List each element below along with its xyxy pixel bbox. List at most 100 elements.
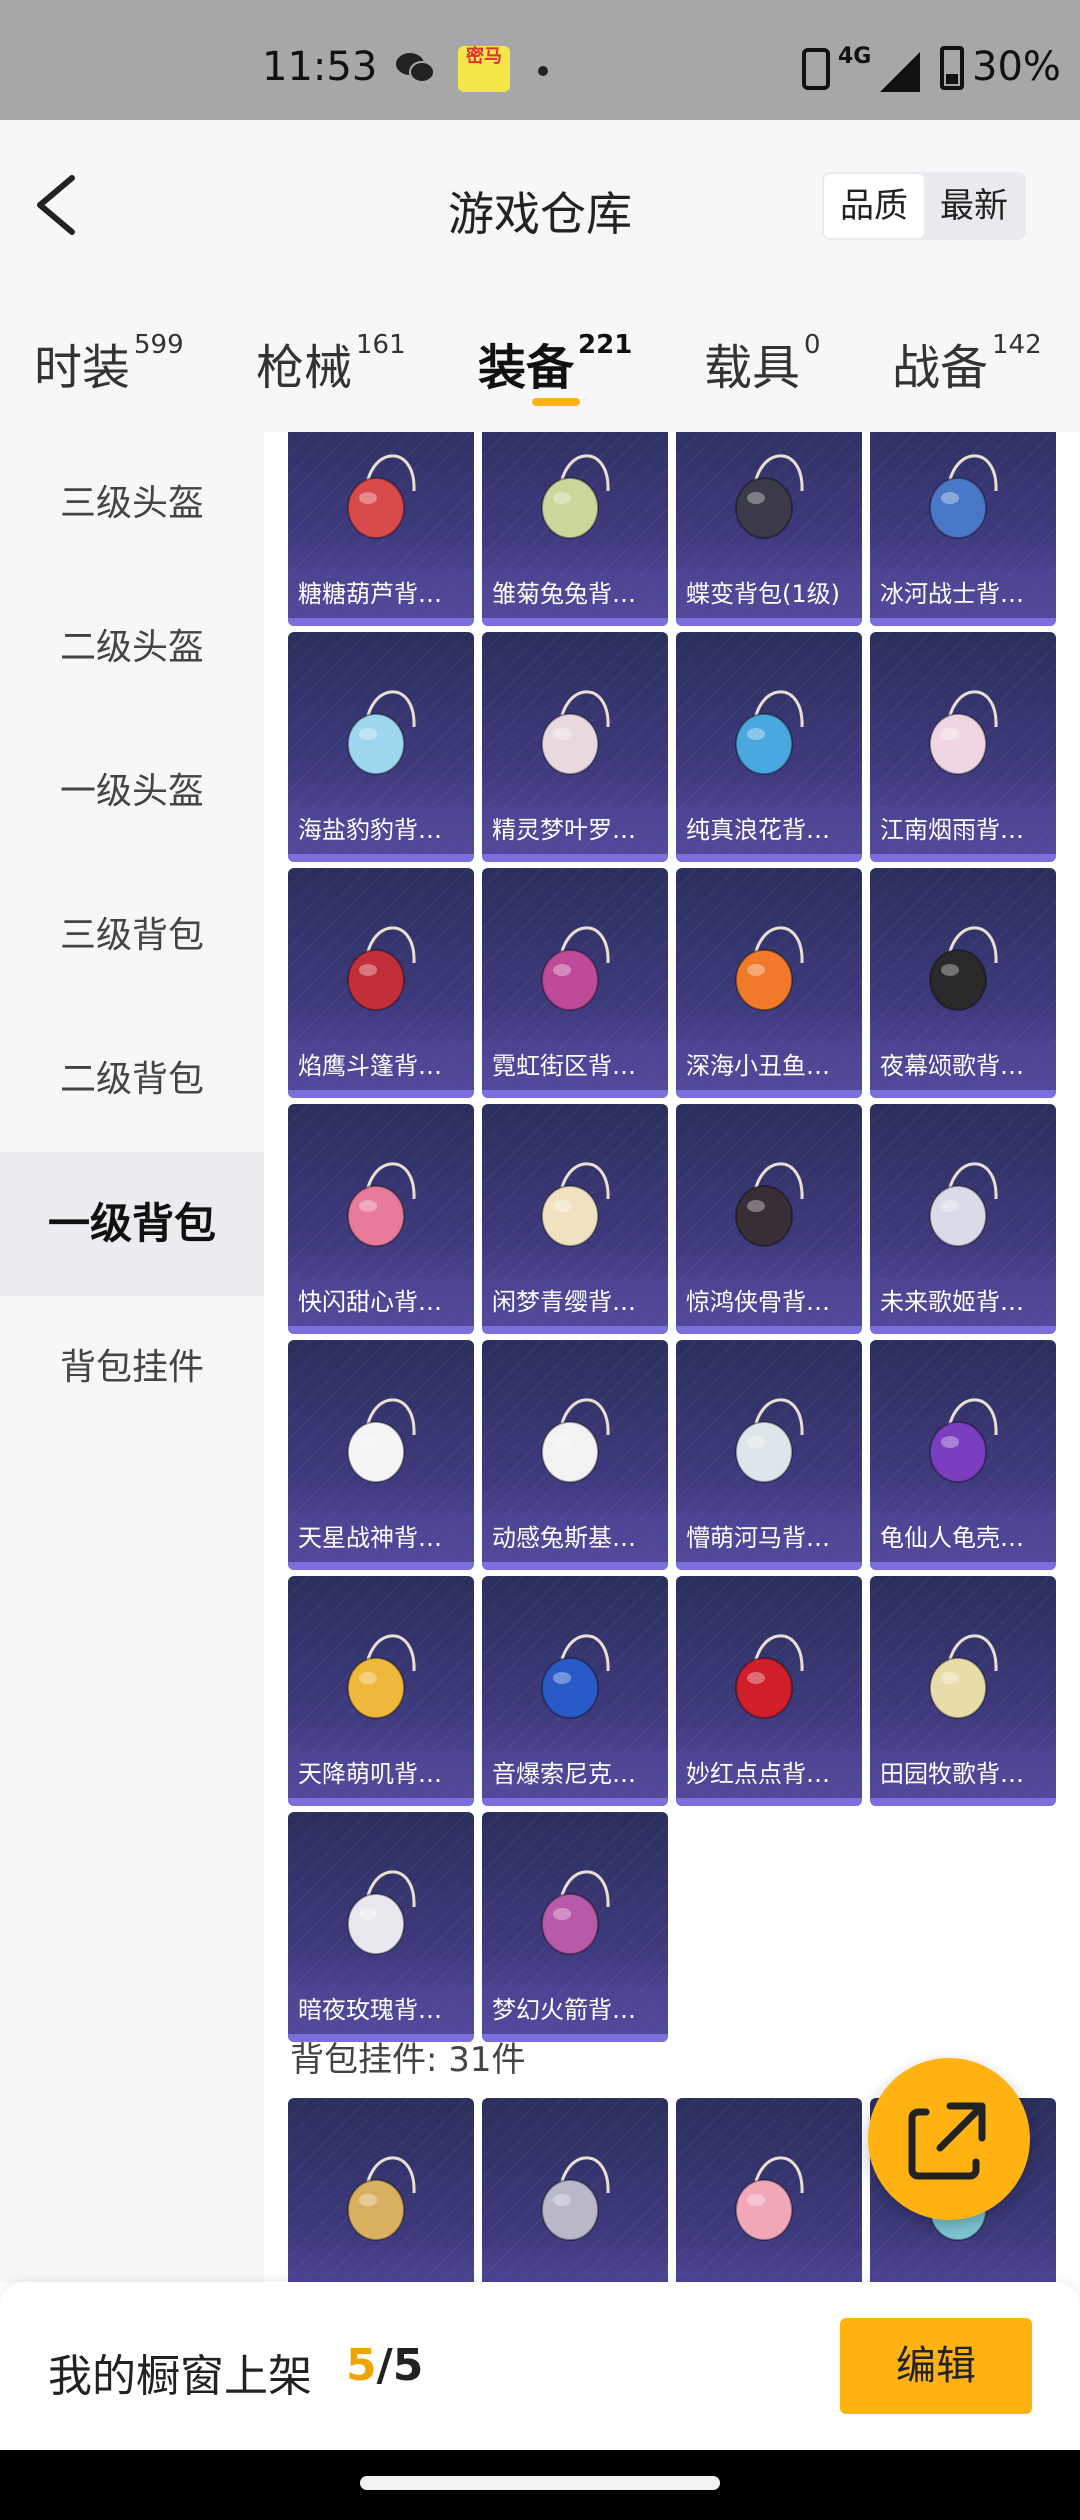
sidebar-item-level2-helmet[interactable]: 二级头盔 [0, 576, 264, 720]
backpack-card[interactable]: 惊鸿侠骨背包... [676, 1104, 862, 1334]
backpack-card[interactable]: 江南烟雨背包... [870, 632, 1056, 862]
backpack-card[interactable]: 天降萌叽背包... [288, 1576, 474, 1806]
backpack-icon [735, 1634, 804, 1719]
sidebar-item-backpack-pendant[interactable]: 背包挂件 [0, 1296, 264, 1440]
sidebar-item-level3-backpack[interactable]: 三级背包 [0, 864, 264, 1008]
item-name: 背包挂件 [870, 2272, 1056, 2282]
item-name: 夜幕颂歌背包... [870, 1042, 1056, 1090]
item-name: 妙红点点背包... [676, 1750, 862, 1798]
tab-fashion[interactable]: 时装 599 [34, 328, 184, 398]
backpack-icon [929, 926, 998, 1011]
backpack-card[interactable]: 蝶变背包(1级) [676, 432, 862, 626]
pendant-icon [347, 2156, 416, 2241]
item-name: 快闪甜心背包... [288, 1278, 474, 1326]
backpack-card[interactable]: 快闪甜心背包... [288, 1104, 474, 1334]
rarity-bar [482, 1798, 668, 1806]
tab-equipment[interactable]: 装备 221 [478, 328, 632, 398]
edit-button[interactable]: 编辑 [840, 2318, 1032, 2414]
network-type: 4G [838, 44, 872, 69]
item-name: 冰河战士背包... [870, 570, 1056, 618]
backpack-card[interactable]: 未来歌姬背包... [870, 1104, 1056, 1334]
sort-newest-button[interactable]: 最新 [924, 174, 1024, 238]
item-grid: 糖糖葫芦背包... 雏菊兔兔背包... 蝶变背包(1级) 冰河战士背包... 海盐豹豹背… [264, 432, 1080, 2282]
rarity-bar [288, 1090, 474, 1098]
backpack-card[interactable]: 懵萌河马背包... [676, 1340, 862, 1570]
backpack-card[interactable]: 冰河战士背包... [870, 432, 1056, 626]
backpack-icon [735, 454, 804, 539]
sidebar-item-level1-backpack[interactable]: 一级背包 [0, 1152, 264, 1296]
sidebar-item-level1-helmet[interactable]: 一级头盔 [0, 720, 264, 864]
share-button[interactable] [868, 2058, 1030, 2220]
backpack-card[interactable]: 天星战神背包... [288, 1340, 474, 1570]
backpack-icon [735, 690, 804, 775]
backpack-card[interactable]: 闲梦青缨背包... [482, 1104, 668, 1334]
item-name: 天星战神背包... [288, 1514, 474, 1562]
backpack-card[interactable]: 纯真浪花背包... [676, 632, 862, 862]
item-name: 深海小丑鱼背... [676, 1042, 862, 1090]
tab-supplies[interactable]: 战备 142 [892, 328, 1042, 398]
backpack-icon [347, 690, 416, 775]
share-icon [908, 2102, 986, 2180]
item-name: 海盐豹豹背包... [288, 806, 474, 854]
backpack-card[interactable]: 妙红点点背包... [676, 1576, 862, 1806]
tab-guns[interactable]: 枪械 161 [256, 328, 406, 398]
backpack-icon [347, 1870, 416, 1955]
backpack-card[interactable]: 深海小丑鱼背... [676, 868, 862, 1098]
backpack-icon [541, 454, 610, 539]
pendant-card[interactable]: 背包挂件 [676, 2098, 862, 2282]
rarity-bar [676, 854, 862, 862]
rarity-bar [870, 1798, 1056, 1806]
backpack-card[interactable]: 雏菊兔兔背包... [482, 432, 668, 626]
home-gesture-bar[interactable] [360, 2476, 720, 2490]
backpack-icon [541, 1870, 610, 1955]
signal-icon [880, 52, 920, 92]
backpack-icon [929, 1398, 998, 1483]
item-name: 焰鹰斗篷背包... [288, 1042, 474, 1090]
backpack-card[interactable]: 霓虹街区背包... [482, 868, 668, 1098]
pendant-card[interactable]: 背包挂件 [482, 2098, 668, 2282]
sidebar: 三级头盔 二级头盔 一级头盔 三级背包 二级背包 一级背包 背包挂件 [0, 432, 264, 2282]
backpack-card[interactable]: 海盐豹豹背包... [288, 632, 474, 862]
rarity-bar [870, 618, 1056, 626]
category-tabs: 时装 599 枪械 161 装备 221 载具 0 战备 142 [0, 290, 1080, 432]
rarity-bar [482, 1090, 668, 1098]
backpack-card[interactable]: 音爆索尼克背... [482, 1576, 668, 1806]
pendant-card[interactable]: 背包挂件 [288, 2098, 474, 2282]
bottom-bar: 我的橱窗上架 5/5 编辑 [0, 2282, 1080, 2450]
backpack-card[interactable]: 暗夜玫瑰背包... [288, 1812, 474, 2042]
tab-vehicles[interactable]: 载具 0 [704, 328, 821, 398]
rarity-bar [870, 854, 1056, 862]
system-nav-bar [0, 2450, 1080, 2520]
backpack-icon [347, 1398, 416, 1483]
pendant-icon [541, 2156, 610, 2241]
backpack-card[interactable]: 动感兔斯基背... [482, 1340, 668, 1570]
status-bar: 11:53 密马 4G 30% [0, 0, 1080, 120]
sidebar-item-level3-helmet[interactable]: 三级头盔 [0, 432, 264, 576]
item-name: 纯真浪花背包... [676, 806, 862, 854]
sidebar-item-level2-backpack[interactable]: 二级背包 [0, 1008, 264, 1152]
backpack-icon [541, 1634, 610, 1719]
item-name: 龟仙人龟壳背... [870, 1514, 1056, 1562]
backpack-card[interactable]: 精灵梦叶罗丽... [482, 632, 668, 862]
item-name: 音爆索尼克背... [482, 1750, 668, 1798]
backpack-icon [541, 690, 610, 775]
item-name: 动感兔斯基背... [482, 1514, 668, 1562]
item-name: 惊鸿侠骨背包... [676, 1278, 862, 1326]
backpack-card[interactable]: 龟仙人龟壳背... [870, 1340, 1056, 1570]
backpack-icon [735, 1162, 804, 1247]
sort-quality-button[interactable]: 品质 [824, 174, 924, 238]
backpack-card[interactable]: 糖糖葫芦背包... [288, 432, 474, 626]
backpack-icon [929, 1634, 998, 1719]
item-name: 精灵梦叶罗丽... [482, 806, 668, 854]
backpack-card[interactable]: 焰鹰斗篷背包... [288, 868, 474, 1098]
rarity-bar [482, 1326, 668, 1334]
backpack-card[interactable]: 田园牧歌背包... [870, 1576, 1056, 1806]
backpack-icon [347, 926, 416, 1011]
wechat-icon [396, 53, 435, 83]
item-name: 糖糖葫芦背包... [288, 570, 474, 618]
backpack-card[interactable]: 梦幻火箭背包... [482, 1812, 668, 2042]
rarity-bar [870, 1090, 1056, 1098]
item-name: 背包挂件 [676, 2272, 862, 2282]
shelf-count: 5/5 [346, 2340, 424, 2391]
backpack-card[interactable]: 夜幕颂歌背包... [870, 868, 1056, 1098]
